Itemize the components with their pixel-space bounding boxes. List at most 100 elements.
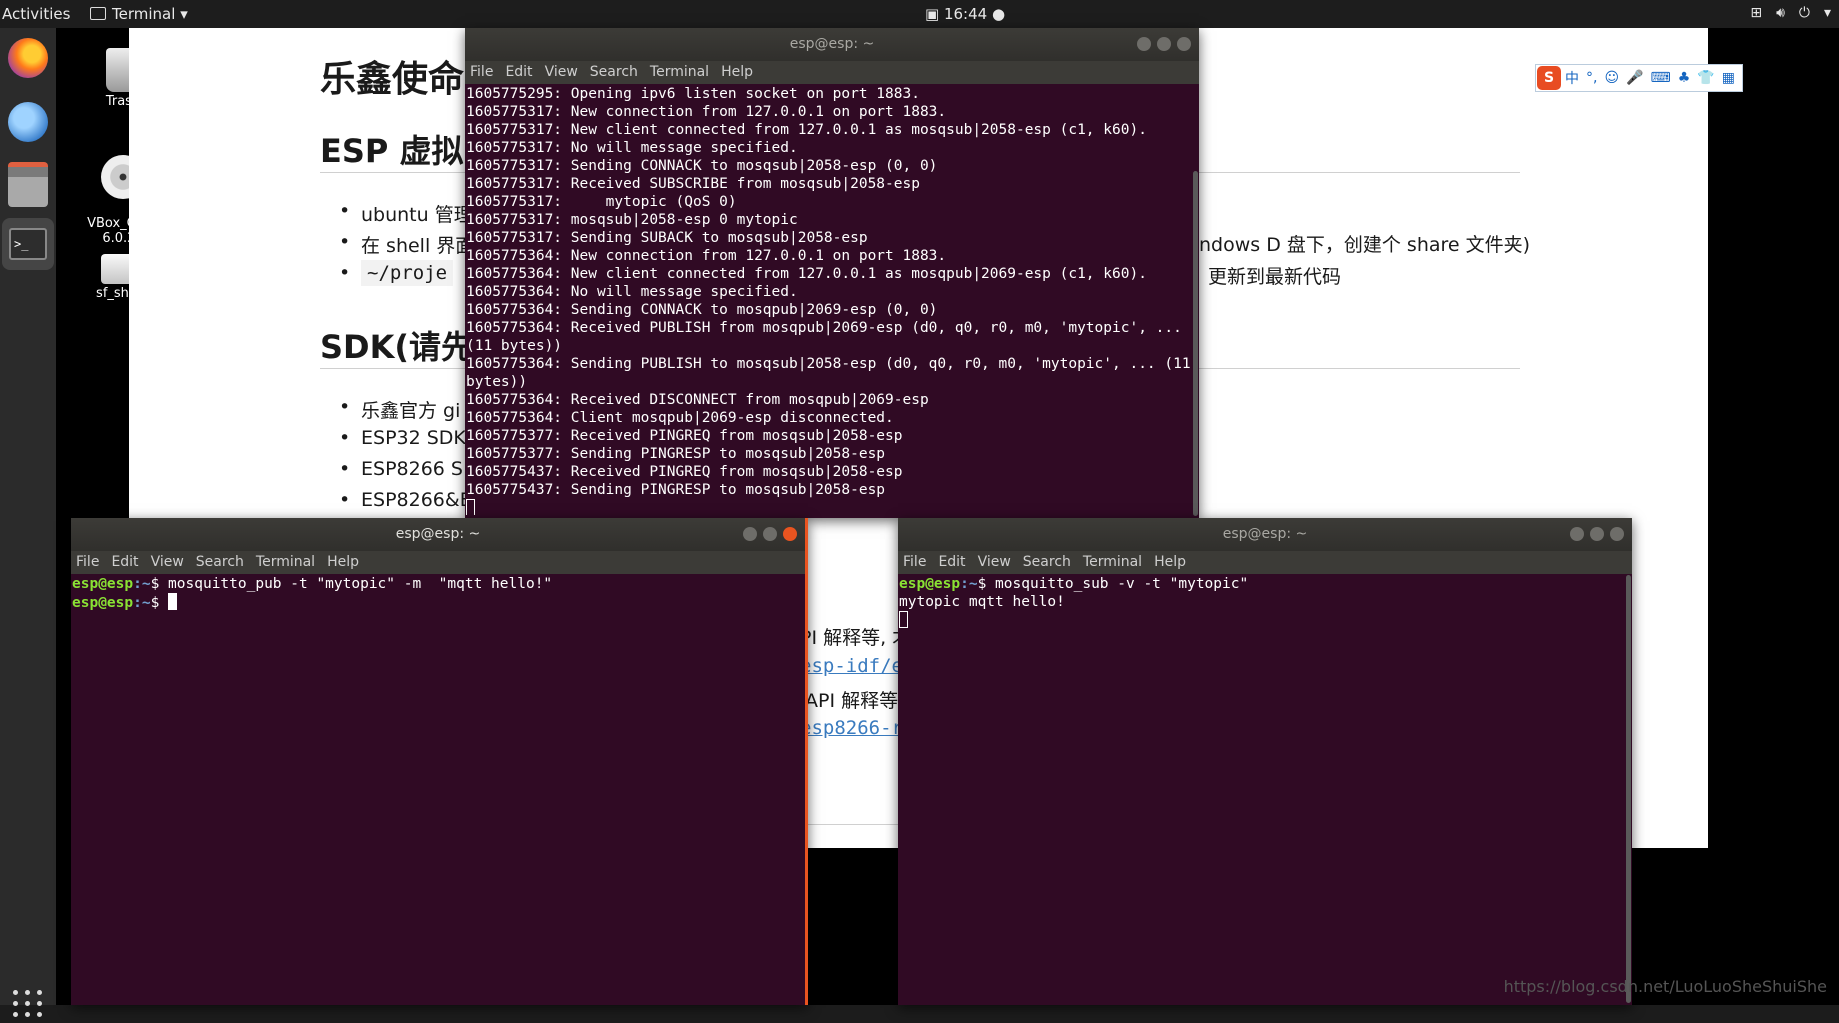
document-title: 乐鑫使命	[320, 59, 465, 100]
activities-button[interactable]: Activities	[2, 5, 70, 23]
maximize-icon[interactable]	[763, 527, 777, 541]
text-cursor	[168, 593, 178, 610]
chevron-down-icon: ▾	[1823, 5, 1831, 21]
grid-dot-icon	[37, 989, 42, 995]
sogou-logo-icon: S	[1537, 66, 1561, 90]
minimize-icon[interactable]	[1570, 527, 1584, 541]
window-titlebar[interactable]: esp@esp: ~	[465, 28, 1199, 61]
grid-dot-icon	[25, 1011, 30, 1017]
menu-help[interactable]: Help	[721, 64, 753, 80]
menu-edit[interactable]: Edit	[938, 554, 965, 570]
menu-edit[interactable]: Edit	[111, 554, 138, 570]
menu-file[interactable]: File	[903, 554, 926, 570]
close-icon[interactable]	[1177, 37, 1191, 51]
log-line: 1605775317: New connection from 127.0.0.…	[466, 104, 947, 120]
list-item: ESP8266&E	[339, 489, 472, 511]
ime-punct-icon[interactable]: °,	[1586, 70, 1597, 86]
menu-file[interactable]: File	[76, 554, 99, 570]
minimize-icon[interactable]	[1137, 37, 1151, 51]
section-heading: ESP 虚拟	[320, 132, 464, 170]
menu-terminal[interactable]: Terminal	[650, 64, 709, 80]
ime-user-icon[interactable]: ♣	[1678, 70, 1691, 86]
menu-view[interactable]: View	[151, 554, 184, 570]
power-icon: ⏻	[1798, 5, 1810, 21]
ime-emoji-icon[interactable]: ☺	[1604, 70, 1619, 86]
prompt-user: esp@esp	[899, 576, 961, 592]
menu-search[interactable]: Search	[196, 554, 244, 570]
window-titlebar[interactable]: esp@esp: ~	[71, 518, 805, 551]
menu-bar: File Edit View Search Terminal Help	[465, 61, 1199, 84]
scrollbar[interactable]	[1626, 575, 1631, 1003]
log-line: 1605775377: Received PINGREQ from mosqsu…	[466, 428, 903, 444]
files-icon	[8, 161, 48, 207]
log-line: 1605775437: Received PINGREQ from mosqsu…	[466, 464, 903, 480]
ime-skin-icon[interactable]: 👕	[1697, 70, 1714, 86]
dock-firefox[interactable]	[6, 36, 50, 80]
log-line: 1605775295: Opening ipv6 listen socket o…	[466, 86, 920, 102]
maximize-icon[interactable]	[1590, 527, 1604, 541]
terminal-output[interactable]: 1605775295: Opening ipv6 listen socket o…	[465, 84, 1199, 515]
window-title: esp@esp: ~	[1222, 526, 1308, 542]
code-snippet: ~/proje	[361, 260, 454, 286]
prompt-path: :~	[133, 576, 151, 592]
menu-terminal[interactable]: Terminal	[1083, 554, 1142, 570]
dock-thunderbird[interactable]	[6, 100, 50, 144]
window-title: esp@esp: ~	[789, 36, 875, 52]
grid-dot-icon	[25, 989, 30, 995]
menu-view[interactable]: View	[545, 64, 578, 80]
list-item: 乐鑫官方 gi	[339, 396, 460, 423]
list-item: ESP32 SDK	[339, 427, 466, 449]
log-line: 1605775364: Client mosqpub|2069-esp disc…	[466, 410, 894, 426]
text-cursor	[466, 499, 475, 515]
close-icon[interactable]	[1610, 527, 1624, 541]
log-line: 1605775364: Sending PUBLISH to mosqsub|2…	[466, 356, 1191, 390]
log-line: 1605775317: mosqsub|2058-esp 0 mytopic	[466, 212, 798, 228]
menu-file[interactable]: File	[470, 64, 493, 80]
menu-help[interactable]: Help	[327, 554, 359, 570]
window-titlebar[interactable]: esp@esp: ~	[898, 518, 1632, 551]
terminal-output[interactable]: esp@esp:~$ mosquitto_sub -v -t "mytopic"…	[898, 574, 1632, 630]
log-line: 1605775364: Received DISCONNECT from mos…	[466, 392, 929, 408]
dock-terminal[interactable]: >_	[2, 218, 54, 270]
doc-link[interactable]: esp-idf/e	[800, 655, 903, 677]
thunderbird-icon	[8, 102, 48, 142]
ime-toolbox-icon[interactable]: ▦	[1722, 70, 1735, 86]
divider	[800, 824, 900, 825]
clock[interactable]: ▣ 16:44 ●	[925, 5, 1005, 23]
scrollbar[interactable]	[1193, 171, 1198, 516]
watermark: https://blog.csdn.net/LuoLuoSheShuiShe	[1503, 977, 1827, 996]
dock-files[interactable]	[6, 161, 50, 207]
list-item: 在 shell 界面	[339, 231, 474, 258]
doc-link[interactable]: esp8266-r	[800, 717, 903, 739]
menu-search[interactable]: Search	[590, 64, 638, 80]
log-line: 1605775364: Received PUBLISH from mosqpu…	[466, 320, 1191, 354]
ime-keyboard-icon[interactable]: ⌨	[1651, 70, 1671, 86]
ime-lang-toggle[interactable]: 中	[1565, 68, 1579, 88]
menu-view[interactable]: View	[978, 554, 1011, 570]
menu-bar: File Edit View Search Terminal Help	[71, 551, 805, 574]
command-line: esp@esp:~$ mosquitto_sub -v -t "mytopic"	[899, 575, 1632, 593]
menu-search[interactable]: Search	[1023, 554, 1071, 570]
list-item: ~/proje	[339, 260, 454, 286]
app-menu-label: Terminal	[112, 5, 176, 23]
show-applications-button[interactable]	[8, 983, 48, 1023]
log-line: 1605775364: New client connected from 12…	[466, 266, 1147, 282]
minimize-icon[interactable]	[743, 527, 757, 541]
menu-terminal[interactable]: Terminal	[256, 554, 315, 570]
terminal-window-subscriber[interactable]: esp@esp: ~ File Edit View Search Terminal Hel…	[898, 518, 1632, 1005]
dock: >_	[0, 28, 56, 1017]
menu-edit[interactable]: Edit	[505, 64, 532, 80]
prompt-path: :~	[960, 576, 978, 592]
ime-toolbar[interactable]: S 中 °, ☺ 🎤 ⌨ ♣ 👕 ▦	[1535, 64, 1743, 92]
list-item: ESP8266 S	[339, 458, 463, 480]
menu-help[interactable]: Help	[1154, 554, 1186, 570]
text-fragment: 更新到最新代码	[1208, 266, 1342, 288]
maximize-icon[interactable]	[1157, 37, 1171, 51]
terminal-window-publisher[interactable]: esp@esp: ~ File Edit View Search Terminal Hel…	[71, 518, 808, 1005]
app-menu[interactable]: Terminal ▾	[90, 5, 188, 23]
close-icon[interactable]	[783, 527, 797, 541]
terminal-window-broker[interactable]: esp@esp: ~ File Edit View Search Terminal Hel…	[465, 28, 1199, 518]
ime-mic-icon[interactable]: 🎤	[1626, 70, 1643, 86]
system-tray[interactable]: ⊞ 🔊︎ ⏻ ▾	[1736, 5, 1831, 21]
terminal-output[interactable]: esp@esp:~$ mosquitto_pub -t "mytopic" -m…	[71, 574, 805, 612]
